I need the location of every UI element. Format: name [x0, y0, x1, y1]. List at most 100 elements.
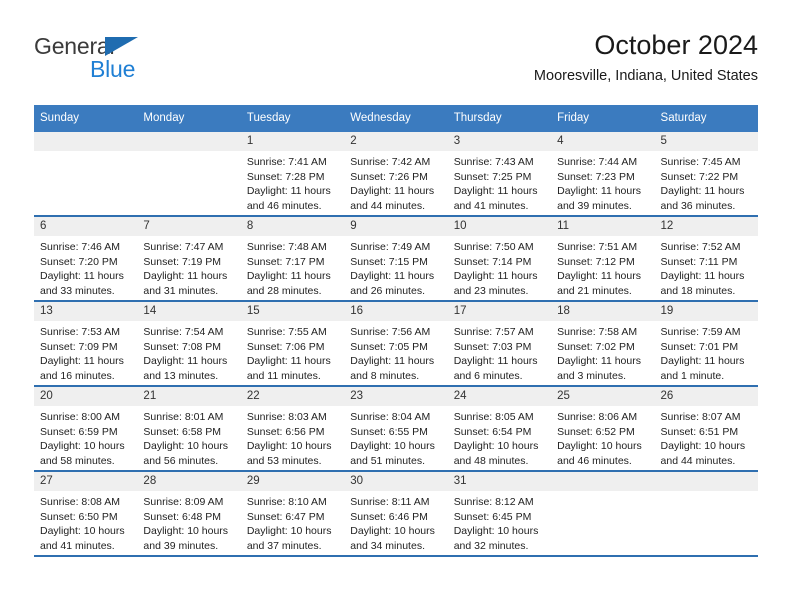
daylight-duration-line2: and 31 minutes. — [143, 284, 219, 297]
sunset-time: Sunset: 7:23 PM — [557, 170, 635, 183]
calendar-cell-empty — [551, 471, 655, 557]
daylight-duration-line2: and 58 minutes. — [40, 454, 115, 467]
day-details — [34, 151, 137, 155]
daylight-duration-line2: and 16 minutes. — [40, 369, 115, 382]
calendar-day-cell[interactable]: 12 Sunrise: 7:52 AM Sunset: 7:11 PM Dayligh… — [654, 216, 758, 302]
sunrise-time: Sunrise: 7:43 AM — [453, 156, 534, 168]
sunset-time: Sunset: 7:05 PM — [350, 340, 428, 353]
sunset-time: Sunset: 6:50 PM — [40, 510, 118, 523]
calendar-day-cell[interactable]: 1 Sunrise: 7:41 AM Sunset: 7:28 PM Daylight… — [240, 132, 345, 217]
sunrise-time: Sunrise: 8:07 AM — [660, 411, 741, 423]
calendar-day-cell[interactable]: 31 Sunrise: 8:12 AM Sunset: 6:45 PM Dayligh… — [447, 471, 552, 557]
page-subtitle: Mooresville, Indiana, United States — [533, 68, 758, 84]
day-details: Sunrise: 8:06 AM Sunset: 6:52 PM Daylight:… — [551, 406, 654, 468]
calendar-day-cell[interactable]: 27 Sunrise: 8:08 AM Sunset: 6:50 PM Dayligh… — [34, 471, 138, 557]
daylight-duration-line2: and 32 minutes. — [453, 539, 529, 552]
daylight-duration-line2: and 11 minutes. — [246, 369, 321, 382]
daylight-duration-line2: and 8 minutes. — [350, 369, 420, 382]
sunset-time: Sunset: 7:25 PM — [453, 170, 532, 183]
sunrise-time: Sunrise: 7:45 AM — [660, 156, 741, 168]
daylight-duration-line2: and 56 minutes. — [143, 454, 219, 467]
daylight-duration-line2: and 26 minutes. — [350, 284, 425, 297]
day-details: Sunrise: 8:10 AM Sunset: 6:47 PM Daylight:… — [241, 491, 344, 553]
calendar-cell-empty — [137, 132, 241, 217]
calendar-day-cell[interactable]: 9 Sunrise: 7:49 AM Sunset: 7:15 PM Daylight… — [344, 216, 448, 302]
weekday-header-thursday: Thursday — [447, 105, 552, 132]
day-number — [654, 472, 758, 491]
day-number: 26 — [654, 387, 758, 406]
calendar-day-cell[interactable]: 5 Sunrise: 7:45 AM Sunset: 7:22 PM Daylight… — [654, 132, 758, 217]
daylight-duration-line1: Daylight: 11 hours — [143, 355, 228, 368]
calendar-page: General Blue October 2024 Mooresville, I… — [0, 0, 792, 612]
daylight-duration-line2: and 37 minutes. — [246, 539, 322, 552]
sunset-time: Sunset: 6:56 PM — [246, 425, 325, 438]
sunset-time: Sunset: 6:51 PM — [660, 425, 739, 438]
sunrise-time: Sunrise: 7:48 AM — [246, 241, 327, 253]
calendar-day-cell[interactable]: 26 Sunrise: 8:07 AM Sunset: 6:51 PM Dayligh… — [654, 386, 758, 472]
sunset-time: Sunset: 7:26 PM — [350, 170, 428, 183]
calendar-day-cell[interactable]: 23 Sunrise: 8:04 AM Sunset: 6:55 PM Dayligh… — [344, 386, 448, 472]
daylight-duration-line2: and 53 minutes. — [246, 454, 322, 467]
calendar-day-cell[interactable]: 4 Sunrise: 7:44 AM Sunset: 7:23 PM Daylight… — [551, 132, 655, 217]
calendar-day-cell[interactable]: 19 Sunrise: 7:59 AM Sunset: 7:01 PM Dayligh… — [654, 301, 758, 387]
day-details: Sunrise: 7:54 AM Sunset: 7:08 PM Daylight:… — [137, 321, 240, 383]
sunrise-time: Sunrise: 8:05 AM — [453, 411, 534, 423]
calendar-day-cell[interactable]: 15 Sunrise: 7:55 AM Sunset: 7:06 PM Dayligh… — [240, 301, 345, 387]
calendar-day-cell[interactable]: 10 Sunrise: 7:50 AM Sunset: 7:14 PM Dayligh… — [447, 216, 552, 302]
sunrise-time: Sunrise: 8:04 AM — [350, 411, 431, 423]
calendar-day-cell[interactable]: 21 Sunrise: 8:01 AM Sunset: 6:58 PM Dayligh… — [137, 386, 241, 472]
sunset-time: Sunset: 6:48 PM — [143, 510, 222, 523]
calendar-week-row: 20 Sunrise: 8:00 AM Sunset: 6:59 PM Dayligh… — [34, 386, 758, 472]
daylight-duration-line2: and 41 minutes. — [453, 199, 529, 212]
daylight-duration-line1: Daylight: 10 hours — [40, 440, 125, 453]
calendar-day-cell[interactable]: 25 Sunrise: 8:06 AM Sunset: 6:52 PM Dayligh… — [551, 386, 655, 472]
calendar-day-cell[interactable]: 6 Sunrise: 7:46 AM Sunset: 7:20 PM Daylight… — [34, 216, 138, 302]
calendar-day-cell[interactable]: 28 Sunrise: 8:09 AM Sunset: 6:48 PM Dayligh… — [137, 471, 241, 557]
day-number: 25 — [551, 387, 655, 406]
day-number: 14 — [137, 302, 241, 321]
day-number: 18 — [551, 302, 655, 321]
day-number: 28 — [137, 472, 241, 491]
calendar-day-cell[interactable]: 14 Sunrise: 7:54 AM Sunset: 7:08 PM Dayligh… — [137, 301, 241, 387]
calendar-day-cell[interactable]: 22 Sunrise: 8:03 AM Sunset: 6:56 PM Dayligh… — [240, 386, 345, 472]
sunset-time: Sunset: 7:03 PM — [453, 340, 532, 353]
calendar-day-cell[interactable]: 24 Sunrise: 8:05 AM Sunset: 6:54 PM Dayligh… — [447, 386, 552, 472]
calendar-day-cell[interactable]: 2 Sunrise: 7:42 AM Sunset: 7:26 PM Daylight… — [344, 132, 448, 217]
weekday-header-sunday: Sunday — [34, 105, 138, 132]
calendar-day-cell[interactable]: 17 Sunrise: 7:57 AM Sunset: 7:03 PM Dayligh… — [447, 301, 552, 387]
sunrise-time: Sunrise: 8:08 AM — [40, 496, 120, 508]
daylight-duration-line1: Daylight: 10 hours — [453, 525, 539, 538]
daylight-duration-line1: Daylight: 11 hours — [350, 355, 435, 368]
calendar-day-cell[interactable]: 29 Sunrise: 8:10 AM Sunset: 6:47 PM Dayligh… — [240, 471, 345, 557]
calendar-day-cell[interactable]: 11 Sunrise: 7:51 AM Sunset: 7:12 PM Dayligh… — [551, 216, 655, 302]
sunset-time: Sunset: 7:06 PM — [246, 340, 325, 353]
calendar-day-cell[interactable]: 7 Sunrise: 7:47 AM Sunset: 7:19 PM Daylight… — [137, 216, 241, 302]
calendar-day-cell[interactable]: 3 Sunrise: 7:43 AM Sunset: 7:25 PM Daylight… — [447, 132, 552, 217]
day-details: Sunrise: 8:08 AM Sunset: 6:50 PM Daylight:… — [34, 491, 137, 553]
sunset-time: Sunset: 7:22 PM — [660, 170, 739, 183]
sunset-time: Sunset: 7:11 PM — [660, 255, 738, 268]
calendar-day-cell[interactable]: 30 Sunrise: 8:11 AM Sunset: 6:46 PM Dayligh… — [344, 471, 448, 557]
calendar-day-cell[interactable]: 16 Sunrise: 7:56 AM Sunset: 7:05 PM Dayligh… — [344, 301, 448, 387]
day-details: Sunrise: 7:55 AM Sunset: 7:06 PM Daylight:… — [241, 321, 344, 383]
calendar-week-row: 6 Sunrise: 7:46 AM Sunset: 7:20 PM Daylight… — [34, 216, 758, 302]
day-details: Sunrise: 7:58 AM Sunset: 7:02 PM Daylight:… — [551, 321, 654, 383]
daylight-duration-line2: and 39 minutes. — [557, 199, 632, 212]
weekday-header-monday: Monday — [137, 105, 241, 132]
calendar-day-cell[interactable]: 13 Sunrise: 7:53 AM Sunset: 7:09 PM Dayligh… — [34, 301, 138, 387]
calendar-week-row: 1 Sunrise: 7:41 AM Sunset: 7:28 PM Daylight… — [34, 132, 758, 217]
calendar-day-cell[interactable]: 20 Sunrise: 8:00 AM Sunset: 6:59 PM Dayligh… — [34, 386, 138, 472]
day-details — [551, 491, 654, 495]
sunset-time: Sunset: 7:14 PM — [453, 255, 532, 268]
daylight-duration-line1: Daylight: 11 hours — [143, 270, 228, 283]
sunrise-time: Sunrise: 8:00 AM — [40, 411, 120, 423]
daylight-duration-line2: and 46 minutes. — [557, 454, 632, 467]
general-blue-logo[interactable]: General Blue — [34, 34, 264, 94]
calendar-day-cell[interactable]: 8 Sunrise: 7:48 AM Sunset: 7:17 PM Daylight… — [240, 216, 345, 302]
calendar-day-cell[interactable]: 18 Sunrise: 7:58 AM Sunset: 7:02 PM Dayligh… — [551, 301, 655, 387]
day-details: Sunrise: 7:56 AM Sunset: 7:05 PM Daylight:… — [344, 321, 447, 383]
day-number: 23 — [344, 387, 448, 406]
calendar-header-row: Sunday Monday Tuesday Wednesday Thursday… — [34, 105, 758, 132]
calendar-body: 1 Sunrise: 7:41 AM Sunset: 7:28 PM Daylight… — [34, 132, 758, 557]
daylight-duration-line1: Daylight: 10 hours — [350, 525, 435, 538]
